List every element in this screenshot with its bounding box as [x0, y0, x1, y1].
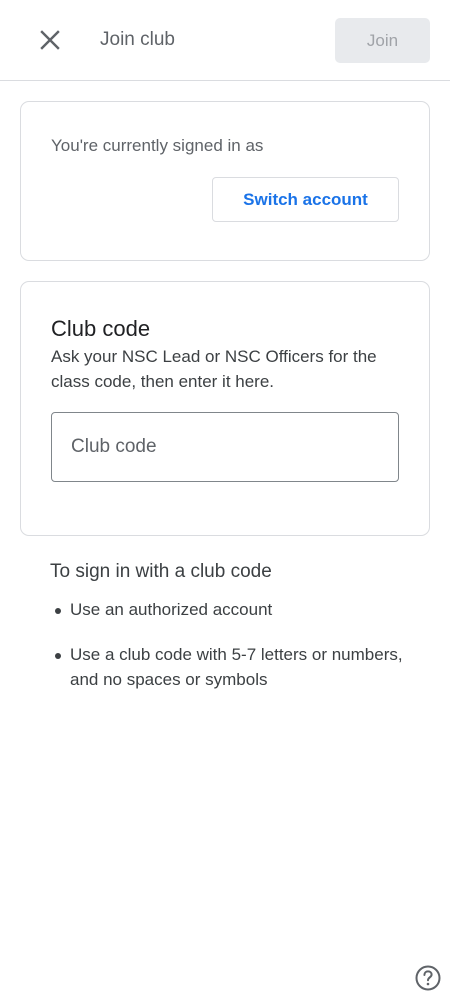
bullet-icon [55, 608, 61, 614]
bullet-icon [55, 653, 61, 659]
page-title: Join club [100, 29, 175, 50]
club-code-title: Club code [51, 316, 151, 341]
club-code-card: Club code Ask your NSC Lead or NSC Offic… [20, 281, 430, 536]
club-code-description: Ask your NSC Lead or NSC Officers for th… [51, 347, 377, 391]
sign-in-tips: To sign in with a club code Use an autho… [50, 559, 420, 712]
close-icon [40, 30, 60, 50]
signed-in-label: You're currently signed in as [51, 136, 264, 155]
tip-text: Use a club code with 5-7 letters or numb… [70, 645, 403, 689]
list-item: Use a club code with 5-7 letters or numb… [50, 642, 420, 692]
club-code-input[interactable] [51, 412, 399, 482]
help-icon [415, 965, 441, 991]
join-club-screen: Join club Join You're currently signed i… [0, 0, 450, 1000]
account-card: You're currently signed in as Switch acc… [20, 101, 430, 261]
tips-title: To sign in with a club code [50, 561, 272, 582]
tips-list: Use an authorized account Use a club cod… [50, 597, 420, 692]
tip-text: Use an authorized account [70, 600, 273, 619]
list-item: Use an authorized account [50, 597, 420, 622]
join-button[interactable]: Join [335, 18, 430, 63]
help-button[interactable] [414, 964, 442, 992]
app-bar: Join club Join [0, 0, 450, 81]
close-button[interactable] [30, 20, 70, 60]
switch-account-button[interactable]: Switch account [212, 177, 399, 222]
